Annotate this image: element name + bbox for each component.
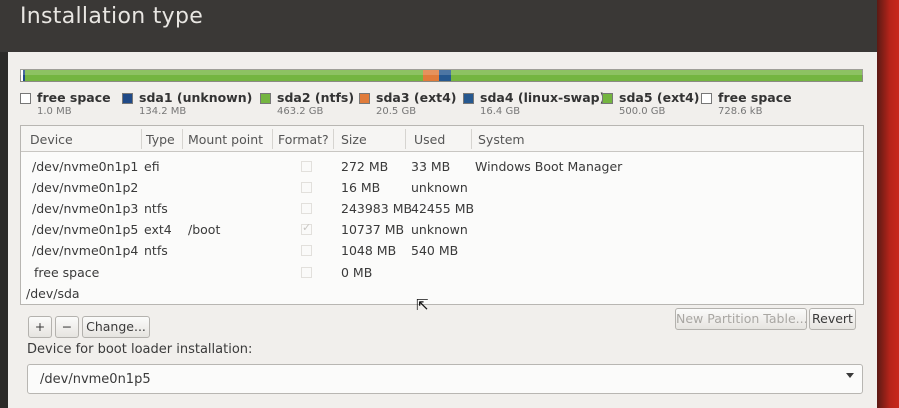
cell-used: unknown: [411, 222, 468, 237]
cell-size: 0 MB: [341, 265, 373, 280]
cell-used: 42455 MB: [411, 201, 475, 216]
bootloader-label: Device for boot loader installation:: [27, 342, 253, 357]
column-separator: [141, 129, 142, 149]
cell-device: /dev/nvme0n1p1: [32, 159, 139, 174]
legend-size: 463.2 GB: [277, 106, 324, 117]
table-row[interactable]: /dev/nvme0n1p4 ntfs 1048 MB 540 MB: [21, 241, 863, 262]
cell-used: 33 MB: [411, 159, 451, 174]
column-header-format[interactable]: Format?: [278, 132, 329, 147]
column-separator: [471, 129, 472, 149]
legend-swatch: [463, 93, 474, 104]
cell-size: 243983 MB: [341, 201, 413, 216]
table-row[interactable]: /dev/nvme0n1p3 ntfs 243983 MB 42455 MB: [21, 199, 863, 220]
bootloader-device-value: /dev/nvme0n1p5: [40, 372, 151, 387]
table-row[interactable]: /dev/sda: [21, 284, 863, 305]
installation-panel: free space 1.0 MB sda1 (unknown) 134.2 M…: [8, 52, 877, 408]
legend-size: 728.6 kB: [718, 106, 763, 117]
legend-swatch: [260, 93, 271, 104]
legend-size: 16.4 GB: [480, 106, 521, 117]
legend-swatch: [701, 93, 712, 104]
change-partition-button[interactable]: Change...: [82, 316, 150, 338]
window-title: Installation type: [20, 4, 204, 29]
legend-swatch: [20, 93, 31, 104]
format-checkbox[interactable]: [301, 182, 312, 193]
legend-size: 1.0 MB: [37, 106, 72, 117]
table-header: Device Type Mount point Format? Size Use…: [21, 126, 863, 152]
cell-mount: /boot: [188, 222, 221, 237]
cell-size: 10737 MB: [341, 222, 405, 237]
revert-button[interactable]: Revert: [809, 308, 856, 330]
column-header-used[interactable]: Used: [414, 132, 445, 147]
column-header-mount-point[interactable]: Mount point: [188, 132, 263, 147]
cell-type: efi: [144, 159, 160, 174]
remove-partition-button[interactable]: −: [55, 316, 79, 338]
column-header-device[interactable]: Device: [30, 132, 73, 147]
table-row[interactable]: /dev/nvme0n1p1 efi 272 MB 33 MB Windows …: [21, 157, 863, 178]
table-row[interactable]: free space 0 MB: [21, 263, 863, 284]
legend-name: free space: [718, 90, 792, 105]
partition-bar-sda3: [423, 70, 439, 81]
column-separator: [182, 129, 183, 149]
table-row[interactable]: /dev/nvme0n1p2 16 MB unknown: [21, 178, 863, 199]
format-checkbox[interactable]: [301, 221, 312, 235]
cell-type: ext4: [144, 222, 172, 237]
cell-device: /dev/nvme0n1p5: [32, 222, 139, 237]
legend-swatch: [602, 93, 613, 104]
format-checkbox[interactable]: [301, 267, 312, 278]
legend-name: sda2 (ntfs): [277, 90, 355, 105]
add-partition-button[interactable]: +: [28, 316, 52, 338]
mouse-cursor-icon: ⇱: [416, 296, 429, 314]
cell-size: 272 MB: [341, 159, 389, 174]
column-header-type[interactable]: Type: [146, 132, 175, 147]
legend-name: sda5 (ext4): [619, 90, 700, 105]
partition-bar-sda5: [451, 70, 862, 81]
partition-legend: free space 1.0 MB sda1 (unknown) 134.2 M…: [20, 90, 870, 120]
format-checkbox[interactable]: [301, 203, 312, 214]
bootloader-device-select[interactable]: /dev/nvme0n1p5: [27, 364, 863, 394]
legend-size: 134.2 MB: [139, 106, 187, 117]
cell-size: 1048 MB: [341, 243, 397, 258]
cell-size: 16 MB: [341, 180, 381, 195]
column-separator: [272, 129, 273, 149]
legend-swatch: [359, 93, 370, 104]
cell-system: Windows Boot Manager: [475, 159, 623, 174]
format-checkbox[interactable]: [301, 245, 312, 256]
cell-device: /dev/nvme0n1p3: [32, 201, 139, 216]
partition-bar-sda4: [439, 70, 451, 81]
table-row[interactable]: /dev/nvme0n1p5 ext4 /boot 10737 MB unkno…: [21, 220, 863, 241]
format-checkbox[interactable]: [301, 161, 312, 172]
legend-name: sda3 (ext4): [376, 90, 457, 105]
cell-used: 540 MB: [411, 243, 459, 258]
partition-bar-sda2: [25, 70, 423, 81]
column-separator: [333, 129, 334, 149]
cell-used: unknown: [411, 180, 468, 195]
cell-device: free space: [34, 265, 100, 280]
column-header-size[interactable]: Size: [341, 132, 367, 147]
legend-name: sda4 (linux-swap): [480, 90, 606, 105]
column-separator: [405, 129, 406, 149]
column-header-system[interactable]: System: [478, 132, 525, 147]
legend-name: sda1 (unknown): [139, 90, 253, 105]
cell-type: ntfs: [144, 243, 168, 258]
title-bar: Installation type: [0, 0, 877, 52]
partition-table[interactable]: Device Type Mount point Format? Size Use…: [20, 125, 864, 305]
cell-type: ntfs: [144, 201, 168, 216]
legend-swatch: [122, 93, 133, 104]
partition-bar: [20, 69, 863, 82]
desktop-edge: [877, 0, 899, 408]
legend-size: 20.5 GB: [376, 106, 417, 117]
legend-name: free space: [37, 90, 111, 105]
legend-size: 500.0 GB: [619, 106, 666, 117]
cell-device: /dev/sda: [26, 286, 80, 301]
chevron-down-icon[interactable]: [846, 373, 854, 378]
cell-device: /dev/nvme0n1p4: [32, 243, 139, 258]
cell-device: /dev/nvme0n1p2: [32, 180, 139, 195]
new-partition-table-button[interactable]: New Partition Table...: [675, 308, 808, 330]
